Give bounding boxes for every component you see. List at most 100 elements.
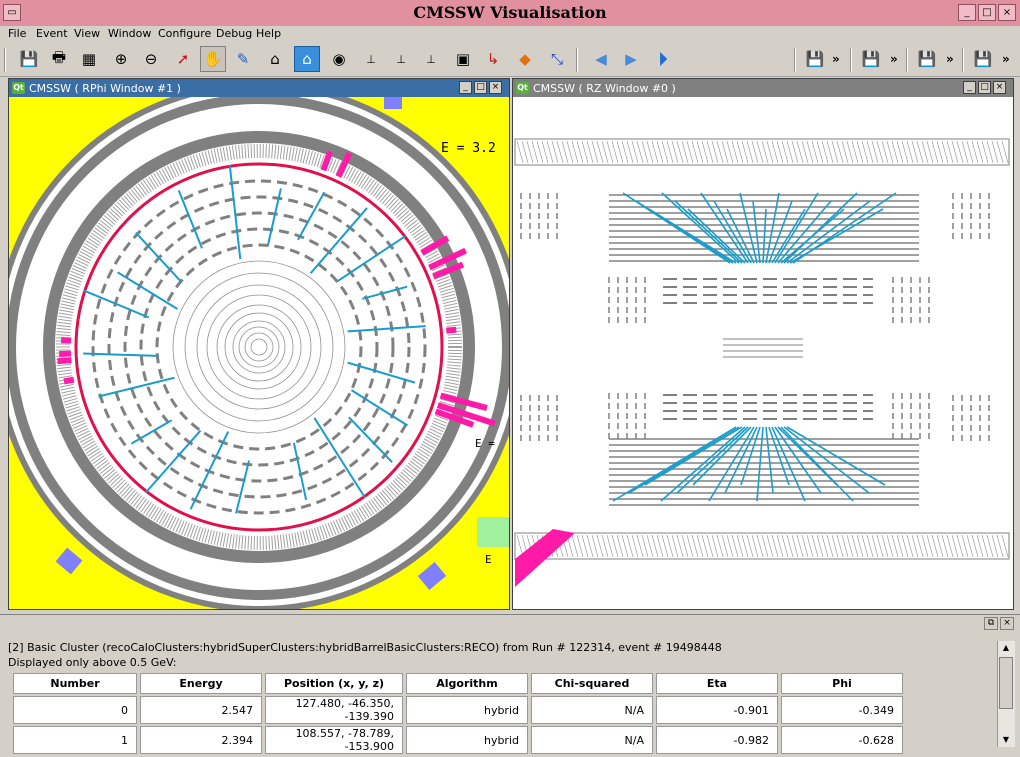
window-minimize-button[interactable]: _ bbox=[958, 4, 976, 21]
column-header-algorithm[interactable]: Algorithm bbox=[406, 673, 528, 694]
toolbar-separator bbox=[906, 48, 908, 72]
green-block bbox=[477, 517, 509, 547]
menu-window[interactable]: Window bbox=[108, 27, 151, 40]
menu-configure[interactable]: Configure bbox=[158, 27, 211, 40]
toolbar: 💾 🖶 ▦ ⊕ ⊖ ➚ ✋ ✎ ⌂ ⌂ ◉ ⊥ ⊥ ⊥ ▣ ↳ ◆ ⤡ ◀ ▶ … bbox=[0, 42, 1020, 77]
toolbar-extension-button[interactable]: » bbox=[832, 52, 840, 66]
axes-icon[interactable]: ↳ bbox=[480, 46, 506, 72]
scroll-down-icon[interactable]: ▼ bbox=[998, 733, 1014, 747]
rphi-canvas[interactable]: E = 3.2 E = E bbox=[9, 97, 509, 609]
window-titlebar: ▭ CMSSW Visualisation _ □ × bbox=[0, 0, 1020, 27]
cell-energy: 2.547 bbox=[140, 696, 262, 724]
toolbar-separator bbox=[850, 48, 852, 72]
rphi-view[interactable]: E = 3.2 E = E bbox=[9, 97, 509, 609]
rphi-maximize-button[interactable]: □ bbox=[474, 81, 487, 94]
menu-debug[interactable]: Debug bbox=[216, 27, 252, 40]
rphi-minimize-button[interactable]: _ bbox=[459, 81, 472, 94]
window-close-button[interactable]: × bbox=[998, 4, 1016, 21]
menu-event[interactable]: Event bbox=[36, 27, 68, 40]
rz-window-titlebar[interactable]: Qt CMSSW ( RZ Window #0 ) _ □ × bbox=[513, 79, 1013, 97]
column-header-eta[interactable]: Eta bbox=[656, 673, 778, 694]
toolbar-extension-button[interactable]: » bbox=[1002, 52, 1010, 66]
cube-icon[interactable]: ◆ bbox=[512, 46, 538, 72]
menu-help[interactable]: Help bbox=[256, 27, 281, 40]
calo-tower bbox=[64, 380, 74, 382]
cell-eta: -0.982 bbox=[656, 726, 778, 754]
cell-position: 108.557, -78.789, -153.900 bbox=[265, 726, 403, 754]
save-icon[interactable]: 💾 bbox=[914, 46, 940, 72]
menu-file[interactable]: File bbox=[8, 27, 26, 40]
toolbar-separator bbox=[962, 48, 964, 72]
rphi-window-titlebar[interactable]: Qt CMSSW ( RPhi Window #1 ) _ □ × bbox=[9, 79, 509, 97]
cell-algorithm: hybrid bbox=[406, 696, 528, 724]
cell-number: 0 bbox=[13, 696, 137, 724]
save-icon[interactable]: 💾 bbox=[802, 46, 828, 72]
column-header-number[interactable]: Number bbox=[13, 673, 137, 694]
home-icon[interactable]: ⌂ bbox=[262, 46, 288, 72]
cell-energy: 2.394 bbox=[140, 726, 262, 754]
print-icon[interactable]: 🖶 bbox=[46, 46, 72, 72]
rz-window[interactable]: Qt CMSSW ( RZ Window #0 ) _ □ × bbox=[512, 78, 1014, 610]
save-icon[interactable]: 💾 bbox=[16, 46, 42, 72]
pan-hand-icon[interactable]: ✋ bbox=[200, 46, 226, 72]
table-row[interactable]: 0 2.547 127.480, -46.350, -139.390 hybri… bbox=[13, 696, 903, 724]
zoom-in-icon[interactable]: ⊕ bbox=[108, 46, 134, 72]
pointer-icon[interactable]: ⤡ bbox=[544, 46, 570, 72]
axes-xz-icon[interactable]: ⊥ bbox=[388, 46, 414, 72]
zoom-out-icon[interactable]: ⊖ bbox=[138, 46, 164, 72]
snapshot-icon[interactable]: ▣ bbox=[450, 46, 476, 72]
menu-view[interactable]: View bbox=[74, 27, 100, 40]
cluster-description: [2] Basic Cluster (recoCaloClusters:hybr… bbox=[8, 641, 722, 654]
save-icon[interactable]: 💾 bbox=[858, 46, 884, 72]
back-icon[interactable]: ◀ bbox=[588, 46, 614, 72]
cell-phi: -0.628 bbox=[781, 726, 903, 754]
cluster-info-panel: ⧉ × [2] Basic Cluster (recoCaloClusters:… bbox=[0, 614, 1020, 757]
rz-window-title: CMSSW ( RZ Window #0 ) bbox=[533, 82, 676, 95]
rz-close-button[interactable]: × bbox=[993, 81, 1006, 94]
table-header-row: Number Energy Position (x, y, z) Algorit… bbox=[13, 673, 903, 694]
cell-phi: -0.349 bbox=[781, 696, 903, 724]
energy-corner-label: E bbox=[485, 553, 492, 566]
toolbar-separator bbox=[794, 48, 796, 72]
select-arrow-icon[interactable]: ➚ bbox=[170, 46, 196, 72]
calo-tower bbox=[446, 330, 456, 331]
menu-bar: File Event View Window Configure Debug H… bbox=[0, 26, 1020, 42]
toolbar-grip bbox=[4, 48, 6, 72]
toolbar-separator bbox=[576, 48, 578, 72]
panel-close-button[interactable]: × bbox=[1000, 617, 1014, 630]
qt-icon: Qt bbox=[516, 82, 529, 94]
cell-eta: -0.901 bbox=[656, 696, 778, 724]
blue-block bbox=[384, 97, 402, 109]
column-header-chi-squared[interactable]: Chi-squared bbox=[531, 673, 653, 694]
pick-icon[interactable]: ✎ bbox=[230, 46, 256, 72]
rz-canvas[interactable] bbox=[513, 97, 1013, 609]
save-icon[interactable]: 💾 bbox=[970, 46, 996, 72]
rz-view[interactable] bbox=[513, 97, 1013, 609]
rz-minimize-button[interactable]: _ bbox=[963, 81, 976, 94]
panel-scrollbar[interactable]: ▲ ▼ bbox=[997, 641, 1015, 747]
toolbar-extension-button[interactable]: » bbox=[946, 52, 954, 66]
rphi-close-button[interactable]: × bbox=[489, 81, 502, 94]
cell-chi-squared: N/A bbox=[531, 696, 653, 724]
column-header-position[interactable]: Position (x, y, z) bbox=[265, 673, 403, 694]
axes-zy-icon[interactable]: ⊥ bbox=[358, 46, 384, 72]
window-maximize-button[interactable]: □ bbox=[978, 4, 996, 21]
scroll-up-icon[interactable]: ▲ bbox=[998, 641, 1014, 655]
panel-float-button[interactable]: ⧉ bbox=[984, 617, 998, 630]
qt-icon: Qt bbox=[12, 82, 25, 94]
rphi-window[interactable]: Qt CMSSW ( RPhi Window #1 ) _ □ × E = 3.… bbox=[8, 78, 510, 610]
view-all-icon[interactable]: ◉ bbox=[326, 46, 352, 72]
cluster-threshold-note: Displayed only above 0.5 GeV: bbox=[8, 656, 176, 669]
set-home-icon[interactable]: ⌂ bbox=[294, 46, 320, 72]
table-row[interactable]: 1 2.394 108.557, -78.789, -153.900 hybri… bbox=[13, 726, 903, 754]
rz-maximize-button[interactable]: □ bbox=[978, 81, 991, 94]
column-header-phi[interactable]: Phi bbox=[781, 673, 903, 694]
column-header-energy[interactable]: Energy bbox=[140, 673, 262, 694]
cell-algorithm: hybrid bbox=[406, 726, 528, 754]
forward-icon[interactable]: ▶ bbox=[618, 46, 644, 72]
toolbar-extension-button[interactable]: » bbox=[890, 52, 898, 66]
play-icon[interactable]: ⏵ bbox=[650, 46, 676, 72]
axes-xy-icon[interactable]: ⊥ bbox=[418, 46, 444, 72]
film-icon[interactable]: ▦ bbox=[76, 46, 102, 72]
scroll-thumb[interactable] bbox=[999, 657, 1013, 709]
